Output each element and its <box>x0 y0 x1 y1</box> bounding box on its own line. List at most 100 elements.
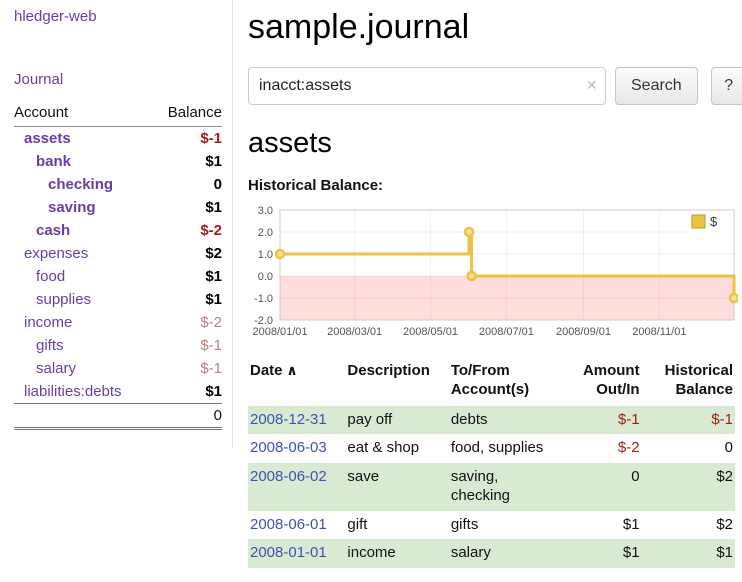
app-title-link[interactable]: hledger-web <box>14 8 222 25</box>
account-link-assets[interactable]: assets <box>24 130 71 147</box>
transaction-date-link[interactable]: 2008-06-02 <box>250 468 327 485</box>
account-name-cell: expenses <box>14 242 152 265</box>
account-balance: $-2 <box>152 219 222 242</box>
account-heading: assets <box>248 127 742 160</box>
register-balance-cell: $1 <box>642 539 735 568</box>
register-accounts-cell: salary <box>449 539 561 568</box>
help-button[interactable]: ? <box>711 67 742 105</box>
account-name-cell: supplies <box>14 288 152 311</box>
account-link-salary[interactable]: salary <box>36 360 76 377</box>
account-balance: $2 <box>152 242 222 265</box>
register-row: 2008-06-02savesaving, checking0$2 <box>248 463 735 511</box>
accounts-header-row: Account Balance <box>14 102 222 127</box>
register-header-row: Date ∧DescriptionTo/FromAccount(s)Amount… <box>248 360 735 406</box>
account-balance: $1 <box>152 380 222 404</box>
register-amount-cell: $1 <box>561 511 641 540</box>
search-box: × <box>248 67 606 105</box>
register-description-cell: gift <box>345 511 448 540</box>
account-link-expenses[interactable]: expenses <box>24 245 88 262</box>
register-col-date[interactable]: Date ∧ <box>248 360 345 406</box>
account-link-checking[interactable]: checking <box>48 176 113 193</box>
sidebar-item-journal[interactable]: Journal <box>14 71 222 88</box>
register-amount-cell: $1 <box>561 539 641 568</box>
svg-text:$: $ <box>710 214 718 229</box>
account-name-cell: bank <box>14 150 152 173</box>
sort-ascending-icon: ∧ <box>283 362 298 378</box>
accounts-header-balance: Balance <box>152 102 222 127</box>
account-row: cash $-2 <box>14 219 222 242</box>
account-link-liabilities-debts[interactable]: liabilities:debts <box>24 383 122 400</box>
accounts-total-row: 0 <box>14 404 222 429</box>
register-accounts-cell: debts <box>449 406 561 435</box>
register-row: 2008-12-31pay offdebts$-1$-1 <box>248 406 735 435</box>
account-row: food$1 <box>14 265 222 288</box>
account-row: checking 0 <box>14 173 222 196</box>
account-balance: 0 <box>152 173 222 196</box>
register-row: 2008-01-01incomesalary$1$1 <box>248 539 735 568</box>
register-date-cell: 2008-06-02 <box>248 463 345 511</box>
register-date-cell: 2008-01-01 <box>248 539 345 568</box>
register-amount-cell: 0 <box>561 463 641 511</box>
account-name-cell: checking <box>14 173 152 196</box>
svg-text:2008/09/01: 2008/09/01 <box>556 326 611 338</box>
accounts-total-spacer <box>14 404 152 429</box>
account-balance: $1 <box>152 196 222 219</box>
sidebar: hledger-web Journal Account Balance asse… <box>0 0 233 448</box>
account-balance: $1 <box>152 150 222 173</box>
balance-chart: 3.02.01.00.0-1.0-2.02008/01/012008/03/01… <box>248 202 742 344</box>
account-row: expenses $2 <box>14 242 222 265</box>
account-link-cash[interactable]: cash <box>36 222 70 239</box>
svg-text:2008/11/01: 2008/11/01 <box>632 326 686 338</box>
register-date-cell: 2008-06-01 <box>248 511 345 540</box>
account-row: assets $-1 <box>14 127 222 151</box>
register-col-accounts: To/FromAccount(s) <box>449 360 561 406</box>
register-balance-cell: $2 <box>642 511 735 540</box>
accounts-total-value: 0 <box>152 404 222 429</box>
account-balance: $-1 <box>152 127 222 151</box>
register-description-cell: save <box>345 463 448 511</box>
svg-text:-1.0: -1.0 <box>254 293 273 305</box>
account-link-food[interactable]: food <box>36 268 65 285</box>
register-amount-cell: $-1 <box>561 406 641 435</box>
svg-text:1.0: 1.0 <box>258 249 273 261</box>
register-date-cell: 2008-06-03 <box>248 434 345 463</box>
transaction-date-link[interactable]: 2008-12-31 <box>250 411 327 428</box>
account-link-bank[interactable]: bank <box>36 153 71 170</box>
register-col-description: Description <box>345 360 448 406</box>
account-name-cell: income <box>14 311 152 334</box>
search-row: × Search ? <box>248 67 742 105</box>
account-name-cell: gifts <box>14 334 152 357</box>
transaction-date-link[interactable]: 2008-01-01 <box>250 544 327 561</box>
account-row: saving $1 <box>14 196 222 219</box>
register-amount-cell: $-2 <box>561 434 641 463</box>
register-col-amount: AmountOut/In <box>561 360 641 406</box>
account-row: liabilities:debts $1 <box>14 380 222 404</box>
account-link-saving[interactable]: saving <box>48 199 96 216</box>
register-date-cell: 2008-12-31 <box>248 406 345 435</box>
register-balance-cell: $2 <box>642 463 735 511</box>
account-name-cell: food <box>14 265 152 288</box>
account-link-income[interactable]: income <box>24 314 72 331</box>
transaction-date-link[interactable]: 2008-06-03 <box>250 439 327 456</box>
account-link-gifts[interactable]: gifts <box>36 337 64 354</box>
svg-text:2008/05/01: 2008/05/01 <box>403 326 458 338</box>
search-button[interactable]: Search <box>615 67 698 105</box>
account-link-supplies[interactable]: supplies <box>36 291 91 308</box>
svg-text:2008/01/01: 2008/01/01 <box>252 326 307 338</box>
accounts-table: Account Balance assets $-1 bank $1 checking 0… <box>14 102 222 430</box>
accounts-header-account: Account <box>14 102 152 127</box>
register-accounts-cell: food, supplies <box>449 434 561 463</box>
register-table: Date ∧DescriptionTo/FromAccount(s)Amount… <box>248 360 735 568</box>
account-balance: $-1 <box>152 357 222 380</box>
account-balance: $1 <box>152 288 222 311</box>
account-row: bank $1 <box>14 150 222 173</box>
clear-search-icon[interactable]: × <box>586 76 597 94</box>
transaction-date-link[interactable]: 2008-06-01 <box>250 516 327 533</box>
chart-title: Historical Balance: <box>248 177 742 194</box>
register-col-balance: HistoricalBalance <box>642 360 735 406</box>
register-description-cell: pay off <box>345 406 448 435</box>
account-name-cell: liabilities:debts <box>14 380 152 404</box>
register-description-cell: eat & shop <box>345 434 448 463</box>
search-input[interactable] <box>248 67 606 105</box>
register-row: 2008-06-01giftgifts$1$2 <box>248 511 735 540</box>
